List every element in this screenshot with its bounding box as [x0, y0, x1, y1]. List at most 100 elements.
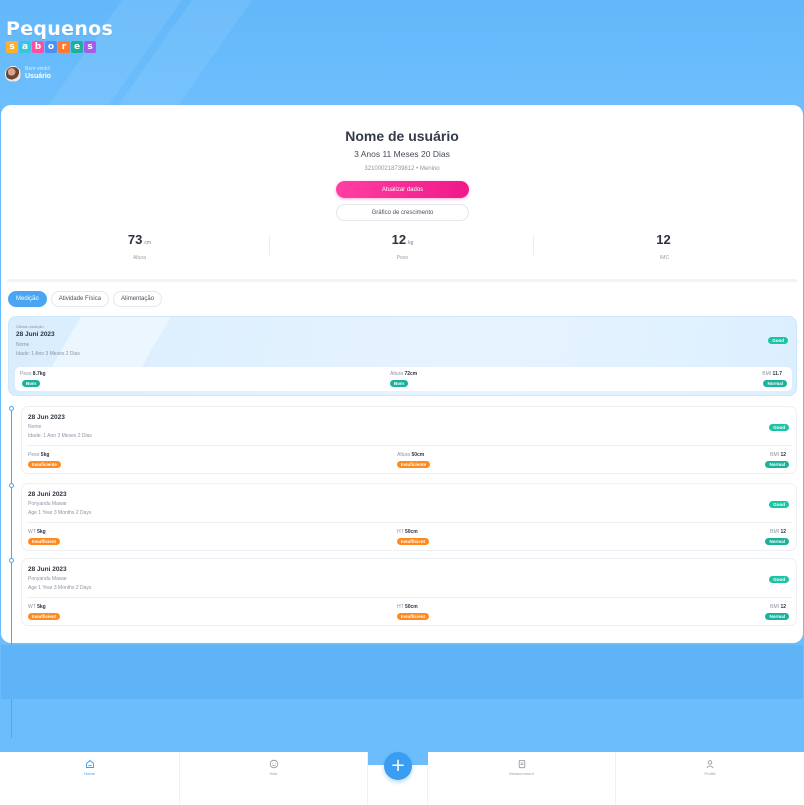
logo-word: Pequenos	[6, 18, 114, 40]
profile-id: 321000218739812	[364, 166, 415, 172]
stats-row: 73 cm Altura 12 kg Peso 12 IMC	[1, 231, 803, 263]
section-divider	[7, 279, 797, 282]
metric-value: 50cm	[404, 604, 418, 610]
record-divider	[27, 597, 792, 598]
measurement-record[interactable]: 28 Jun 2023 Nome Idade: 1 Ano 3 Meses 2 …	[21, 406, 797, 474]
metric-height: Altura 50cm	[397, 452, 424, 458]
record-divider	[27, 522, 792, 523]
nav-item-home[interactable]: Home	[0, 752, 180, 805]
nav-item-kids[interactable]: Kids	[180, 752, 368, 805]
tab-measurement[interactable]: Medição	[8, 291, 47, 307]
clipboard-icon	[518, 760, 525, 769]
logo-letter: b	[32, 41, 44, 53]
tab-bar: Medição Atividade Física Alimentação	[8, 291, 163, 307]
latest-metrics: Peso 8.7kg Bom Altura 72cm Bom BMI 11.7 …	[15, 367, 792, 391]
stat-label: IMC	[659, 255, 670, 261]
status-badge: Good	[769, 576, 789, 583]
logo-letter: s	[84, 41, 96, 53]
nav-label: Profile	[704, 771, 716, 776]
metric-value: 12	[780, 452, 786, 458]
welcome-text: Bem-vindo! Usuário	[25, 67, 51, 80]
metric-bmi: BMI 12	[770, 529, 786, 535]
child-age: Age 1 Year 3 Months 2 Days	[28, 585, 92, 591]
metric-value: 11.7	[772, 371, 782, 377]
metric-value: 8.7kg	[32, 371, 46, 377]
home-icon	[85, 759, 94, 768]
metric-value: 12	[780, 604, 786, 610]
stat-value: 12	[656, 232, 671, 247]
profile-gender: Menino	[419, 166, 440, 172]
user-icon	[706, 760, 714, 769]
metric-label: WT	[28, 529, 36, 535]
metric-weight: WT 5kg	[28, 604, 46, 610]
welcome-block[interactable]: Bem-vindo! Usuário	[5, 66, 51, 82]
measurement-record[interactable]: 28 Juni 2023 Ponyandu Mawar Age 1 Year 3…	[21, 483, 797, 551]
nav-item-measurement[interactable]: Measurement	[428, 752, 616, 805]
metric-label: Altura	[390, 371, 404, 377]
metric-weight: WT 5kg	[28, 529, 46, 535]
child-name: Nome	[28, 424, 42, 430]
bmi-status-badge: Normal	[765, 613, 789, 620]
metric-bmi: BMI 11.7	[762, 371, 782, 377]
profile-card: Nome de usuário 3 Anos 11 Meses 20 Dias …	[1, 105, 803, 738]
card-decoration	[51, 317, 177, 367]
height-status-badge: Insuficiente	[397, 461, 431, 468]
stat-label: Peso	[396, 255, 409, 261]
latest-tag: Última medição	[16, 324, 44, 329]
height-status-badge: Bom	[390, 380, 408, 387]
status-badge: Good	[768, 337, 788, 344]
stat-weight: 12 kg Peso	[269, 231, 536, 261]
metric-height: HT 50cm	[397, 604, 418, 610]
nav-item-profile[interactable]: Profile	[616, 752, 804, 805]
child-age: Age 1 Year 3 Months 2 Days	[28, 510, 92, 516]
child-age: Idade: 1 Ano 3 Meses 2 Dias	[16, 351, 80, 357]
nav-label: Kids	[269, 771, 278, 776]
metric-value: 5kg	[37, 604, 46, 610]
app-logo: Pequenos s a b o r e s	[6, 18, 113, 53]
measurement-record[interactable]: 28 Juni 2023 Ponyandu Mawar Age 1 Year 3…	[21, 558, 797, 626]
background-band	[1, 645, 803, 699]
metric-bmi: BMI 12	[770, 452, 786, 458]
metric-value: 50cm	[411, 452, 425, 458]
logo-letter: s	[6, 41, 18, 53]
smile-icon	[269, 759, 278, 769]
metric-value: 5kg	[40, 452, 50, 458]
metric-label: HT	[397, 529, 404, 535]
metric-value: 72cm	[404, 371, 418, 377]
growth-chart-button[interactable]: Gráfico de crescimento	[336, 204, 469, 221]
measurement-date: 28 Juni 2023	[16, 331, 55, 338]
timeline-dot	[9, 558, 14, 563]
metric-bmi: BMI 12	[770, 604, 786, 610]
weight-status-badge: Insufficient	[28, 613, 61, 620]
header: Pequenos s a b o r e s Bem-vindo! Usuári…	[0, 0, 804, 110]
metric-label: HT	[397, 604, 404, 610]
fab-container: +	[368, 752, 428, 805]
metric-label: Altura	[397, 452, 411, 458]
stat-height: 73 cm Altura	[6, 231, 273, 261]
tab-physical-activity[interactable]: Atividade Física	[50, 291, 110, 307]
add-measurement-button[interactable]: +	[384, 752, 412, 780]
nav-label: Home	[84, 771, 95, 776]
height-status-badge: Insufficient	[397, 613, 430, 620]
measurement-date: 28 Jun 2023	[28, 414, 65, 421]
metric-label: BMI	[770, 452, 780, 458]
welcome-username: Usuário	[25, 72, 52, 80]
weight-status-badge: Insufficient	[28, 538, 61, 545]
metric-weight: Peso 5kg	[28, 452, 49, 458]
metric-value: 12	[780, 529, 786, 535]
tab-nutrition[interactable]: Alimentação	[113, 291, 163, 307]
metric-weight: Peso 8.7kg	[20, 371, 46, 377]
measurement-date: 28 Juni 2023	[28, 566, 67, 573]
child-name: Nome	[16, 342, 30, 348]
profile-meta: 321000218739812 • Menino	[1, 166, 803, 172]
stat-value: 73	[127, 232, 143, 247]
latest-measurement-card[interactable]: Última medição 28 Juni 2023 Nome Idade: …	[8, 316, 797, 396]
stat-value: 12	[391, 232, 407, 247]
update-data-button[interactable]: Atualizar dados	[336, 181, 469, 198]
meta-separator: •	[416, 166, 419, 172]
metric-label: BMI	[770, 604, 780, 610]
avatar[interactable]	[5, 66, 21, 82]
metric-label: BMI	[762, 371, 772, 377]
nav-label: Measurement	[509, 771, 534, 776]
logo-letter: r	[58, 41, 70, 53]
